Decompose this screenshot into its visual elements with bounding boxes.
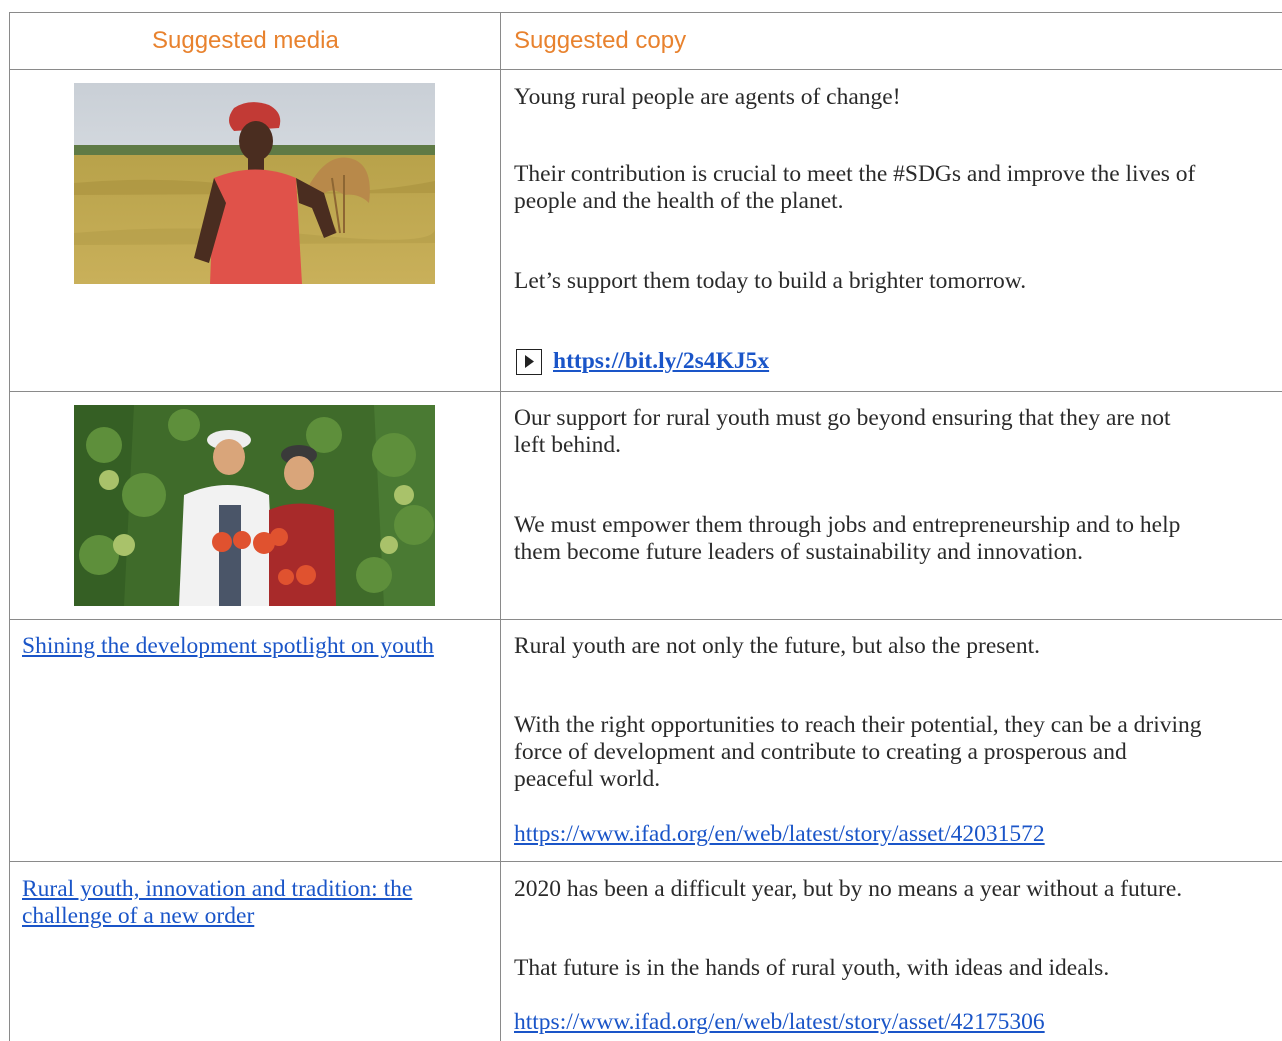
row1-video-link[interactable]: https://bit.ly/2s4KJ5x: [516, 348, 769, 375]
row1-copy-line-3: people and the health of the planet.: [514, 188, 844, 214]
row3-copy-line-1: Rural youth are not only the future, but…: [514, 633, 1041, 659]
row-divider-1: [9, 391, 1282, 392]
row2-copy-line-3: We must empower them through jobs and en…: [514, 512, 1181, 538]
table-left-border: [9, 12, 10, 1041]
row2-copy-line-4: them become future leaders of sustainabi…: [514, 539, 1084, 565]
bitly-link[interactable]: https://bit.ly/2s4KJ5x: [553, 348, 769, 375]
two-people-tomatoes-photo: [74, 405, 435, 606]
column-divider: [500, 12, 501, 1041]
play-icon: [516, 348, 542, 375]
row2-copy-line-2: left behind.: [514, 432, 622, 458]
row3-copy-line-4: peaceful world.: [514, 766, 661, 792]
row-divider-2: [9, 619, 1282, 620]
header-suggested-media: Suggested media: [152, 27, 339, 54]
row3-copy-line-2: With the right opportunities to reach th…: [514, 712, 1202, 738]
rural-youth-innovation-link-line-2[interactable]: challenge of a new order: [22, 903, 492, 930]
shining-spotlight-link[interactable]: Shining the development spotlight on you…: [22, 633, 492, 660]
rural-youth-innovation-link-line-1[interactable]: Rural youth, innovation and tradition: t…: [22, 876, 492, 903]
ifad-story-link-42031572[interactable]: https://www.ifad.org/en/web/latest/story…: [514, 821, 1045, 848]
row1-copy-line-4: Let’s support them today to build a brig…: [514, 268, 1027, 294]
row-divider-3: [9, 861, 1282, 862]
row1-copy-line-2: Their contribution is crucial to meet th…: [514, 161, 1196, 187]
row3-copy-line-3: force of development and contribute to c…: [514, 739, 1127, 765]
row2-copy-line-1: Our support for rural youth must go beyo…: [514, 405, 1171, 431]
header-suggested-copy: Suggested copy: [514, 27, 687, 54]
header-bottom-border: [9, 69, 1282, 70]
row4-copy-line-1: 2020 has been a difficult year, but by n…: [514, 876, 1183, 902]
row4-copy-line-2: That future is in the hands of rural you…: [514, 955, 1110, 981]
woman-holding-rice-photo: [74, 83, 435, 284]
table-top-border: [9, 12, 1282, 13]
row1-copy-line-1: Young rural people are agents of change!: [514, 84, 901, 110]
ifad-story-link-42175306[interactable]: https://www.ifad.org/en/web/latest/story…: [514, 1009, 1045, 1036]
